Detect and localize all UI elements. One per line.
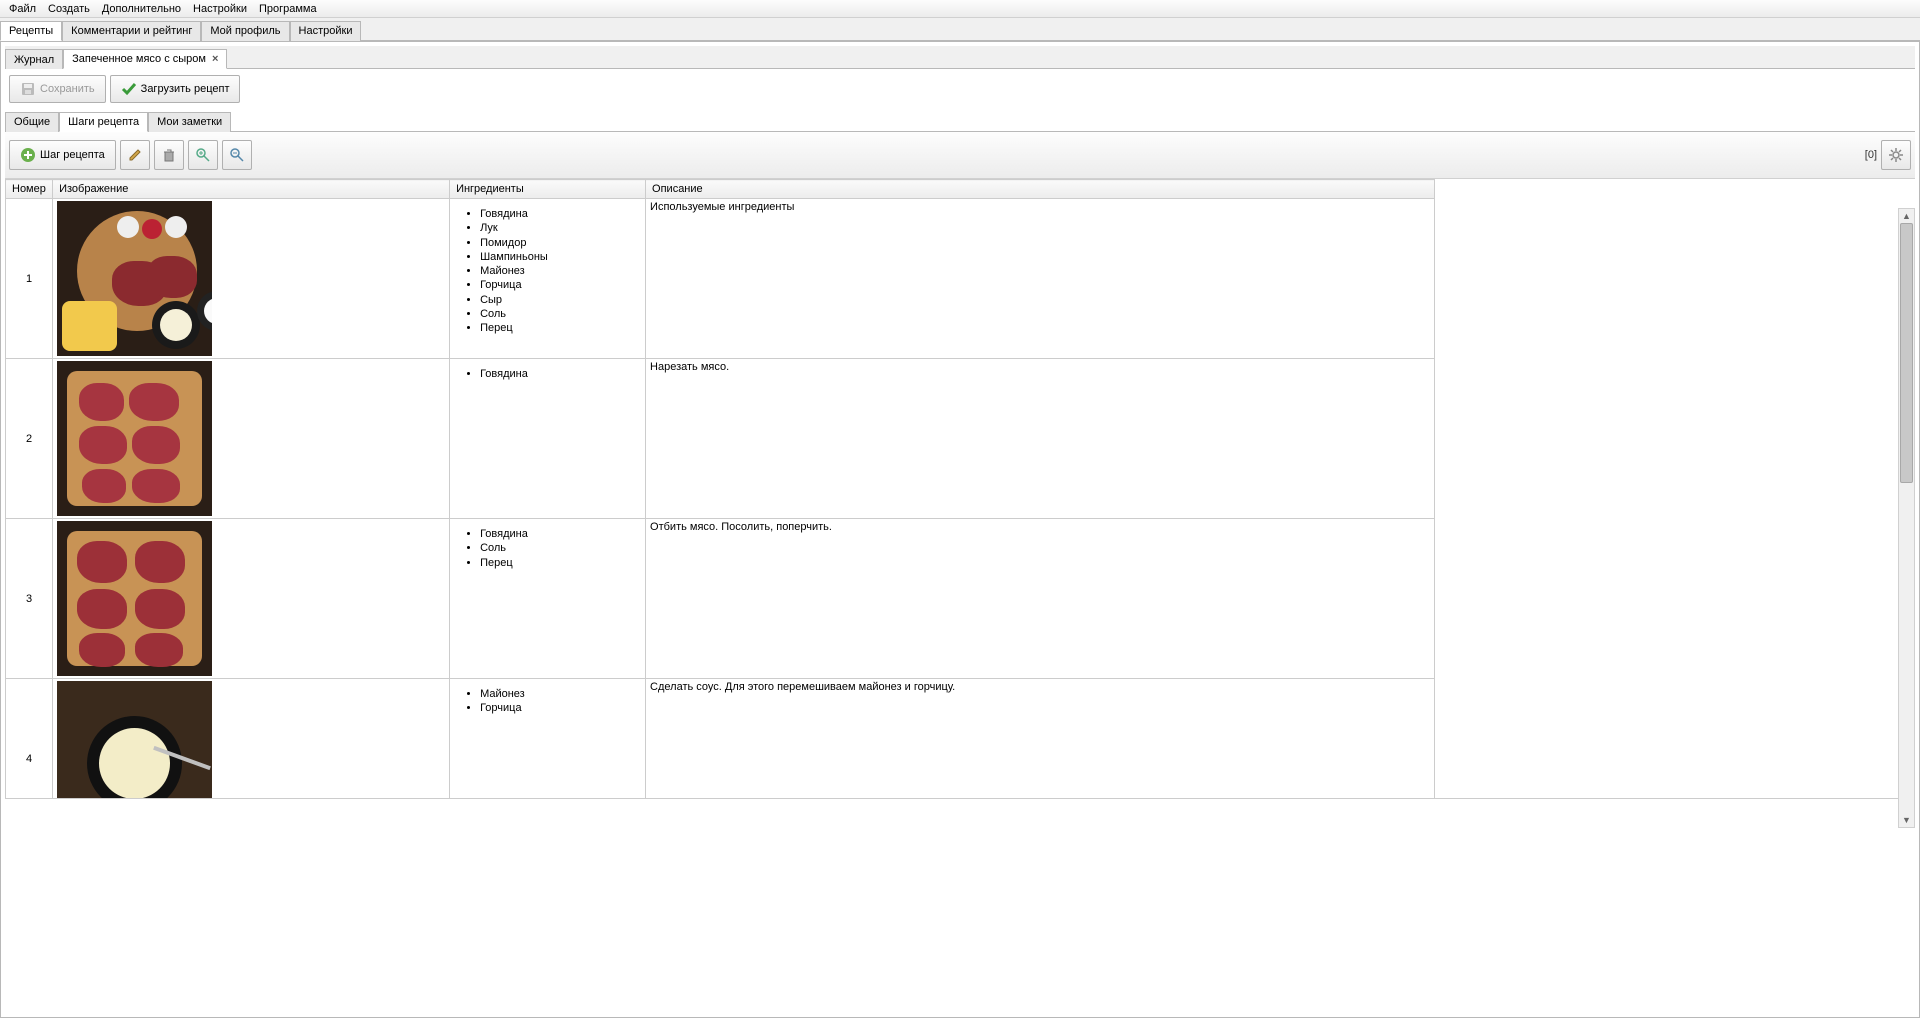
plus-icon (20, 147, 36, 163)
menu-create[interactable]: Создать (42, 2, 96, 16)
close-icon[interactable]: × (212, 53, 218, 65)
edit-icon (127, 147, 143, 163)
ingredient-item: Горчица (480, 278, 641, 292)
edit-step-button[interactable] (120, 140, 150, 170)
ingredient-item: Говядина (480, 527, 641, 541)
steps-table: Номер Изображение Ингредиенты Описание 1… (5, 179, 1435, 799)
ingredient-item: Соль (480, 541, 641, 555)
zoom-out-button[interactable] (222, 140, 252, 170)
save-icon (20, 81, 36, 97)
load-label: Загрузить рецепт (141, 83, 230, 95)
step-description-cell: Нарезать мясо. (646, 359, 1435, 519)
ingredient-item: Горчица (480, 701, 641, 715)
ingredient-item: Соль (480, 307, 641, 321)
tab-baked-meat-label: Запеченное мясо с сыром (72, 53, 206, 65)
scroll-thumb[interactable] (1900, 223, 1913, 483)
tab-steps[interactable]: Шаги рецепта (59, 112, 148, 132)
save-label: Сохранить (40, 83, 95, 95)
ingredient-item: Лук (480, 221, 641, 235)
zoom-in-icon (195, 147, 211, 163)
ingredient-item: Майонез (480, 687, 641, 701)
ingredient-item: Шампиньоны (480, 250, 641, 264)
ingredient-item: Сыр (480, 293, 641, 307)
step-ingredients-cell: Говядина (450, 359, 646, 519)
menu-program[interactable]: Программа (253, 2, 323, 16)
menu-extra[interactable]: Дополнительно (96, 2, 187, 16)
col-number[interactable]: Номер (6, 180, 53, 199)
menu-settings[interactable]: Настройки (187, 2, 253, 16)
table-row[interactable]: 4МайонезГорчицаСделать соус. Для этого п… (6, 679, 1435, 800)
counter-label: [0] (1865, 149, 1877, 161)
ingredient-item: Майонез (480, 264, 641, 278)
ingredient-item: Перец (480, 321, 641, 335)
tab-comments[interactable]: Комментарии и рейтинг (62, 21, 201, 41)
scroll-up-icon[interactable]: ▲ (1899, 209, 1914, 223)
add-step-button[interactable]: Шаг рецепта (9, 140, 116, 170)
menu-bar: Файл Создать Дополнительно Настройки Про… (0, 0, 1920, 18)
step-image-cell (53, 359, 450, 519)
steps-table-wrap: Номер Изображение Ингредиенты Описание 1… (5, 179, 1915, 799)
tab-profile[interactable]: Мой профиль (201, 21, 289, 41)
step-number: 4 (6, 679, 53, 800)
step-number: 2 (6, 359, 53, 519)
tab-recipes[interactable]: Рецепты (0, 21, 62, 41)
col-description[interactable]: Описание (646, 180, 1435, 199)
step-ingredients-cell: ГовядинаСольПерец (450, 519, 646, 679)
zoom-out-icon (229, 147, 245, 163)
tab-notes[interactable]: Мои заметки (148, 112, 231, 132)
load-recipe-button[interactable]: Загрузить рецепт (110, 75, 241, 103)
tab-general[interactable]: Общие (5, 112, 59, 132)
check-icon (121, 81, 137, 97)
main-tabs: Рецепты Комментарии и рейтинг Мой профил… (0, 18, 1920, 41)
content-panel: Журнал Запеченное мясо с сыром × Сохрани… (0, 41, 1920, 1018)
table-row[interactable]: 2 Говядина Нарезать мясо. (6, 359, 1435, 519)
col-ingredients[interactable]: Ингредиенты (450, 180, 646, 199)
table-row[interactable]: 3ГовядинаСольПерецОтбить мясо. Посолить,… (6, 519, 1435, 679)
step-ingredients-cell: МайонезГорчица (450, 679, 646, 800)
step-description-cell: Сделать соус. Для этого перемешиваем май… (646, 679, 1435, 800)
recipe-tabs: Общие Шаги рецепта Мои заметки (5, 111, 1915, 132)
save-button[interactable]: Сохранить (9, 75, 106, 103)
scroll-down-icon[interactable]: ▼ (1899, 813, 1914, 827)
ingredient-item: Помидор (480, 236, 641, 250)
step-description-cell: Отбить мясо. Посолить, поперчить. (646, 519, 1435, 679)
gear-icon (1887, 146, 1905, 164)
toolbar: Сохранить Загрузить рецепт (5, 69, 1915, 109)
step-ingredients-cell: ГовядинаЛукПомидорШампиньоныМайонезГорчи… (450, 199, 646, 359)
vertical-scrollbar[interactable]: ▲ ▼ (1898, 208, 1915, 828)
ingredient-item: Говядина (480, 367, 641, 381)
zoom-in-button[interactable] (188, 140, 218, 170)
tab-journal[interactable]: Журнал (5, 49, 63, 69)
ingredient-item: Говядина (480, 207, 641, 221)
ingredient-item: Перец (480, 556, 641, 570)
step-number: 3 (6, 519, 53, 679)
tab-settings-main[interactable]: Настройки (290, 21, 362, 41)
table-row[interactable]: 1 ГовядинаЛукПомидорШампиньоныМайонезГорч… (6, 199, 1435, 359)
step-number: 1 (6, 199, 53, 359)
delete-step-button[interactable] (154, 140, 184, 170)
step-image-cell (53, 679, 450, 800)
sub-tabs: Журнал Запеченное мясо с сыром × (5, 46, 1915, 69)
step-image-cell (53, 519, 450, 679)
step-description-cell: Используемые ингредиенты (646, 199, 1435, 359)
menu-file[interactable]: Файл (3, 2, 42, 16)
col-image[interactable]: Изображение (53, 180, 450, 199)
action-toolbar: Шаг рецепта [0] (5, 132, 1915, 179)
step-image-cell (53, 199, 450, 359)
add-step-label: Шаг рецепта (40, 149, 105, 161)
tab-baked-meat[interactable]: Запеченное мясо с сыром × (63, 49, 227, 69)
trash-icon (161, 147, 177, 163)
settings-gear-button[interactable] (1881, 140, 1911, 170)
